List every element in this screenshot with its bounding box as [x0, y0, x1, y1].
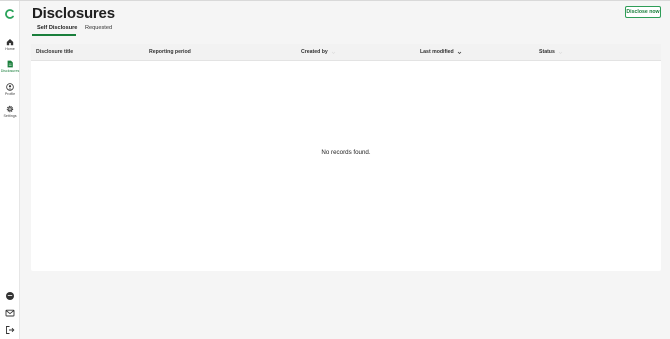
mail-icon[interactable]: [5, 308, 15, 318]
gear-icon: [6, 105, 14, 113]
disclosures-table: Disclosure title Reporting period Create…: [31, 44, 661, 271]
sort-icon[interactable]: [558, 50, 563, 55]
top-border: [0, 0, 670, 1]
home-icon: [6, 38, 14, 46]
tab-requested[interactable]: Requested: [85, 25, 112, 36]
page-title: Disclosures: [32, 5, 115, 22]
sidebar-item-disclosures[interactable]: Disclosures: [0, 60, 20, 73]
column-header-last-modified[interactable]: Last modified: [420, 49, 462, 55]
document-icon: [7, 60, 13, 68]
sidebar-item-settings[interactable]: Settings: [0, 105, 20, 118]
app-logo[interactable]: [5, 9, 15, 19]
column-header-status[interactable]: Status: [539, 49, 563, 55]
sidebar-item-label: Settings: [3, 114, 17, 118]
table-header: Disclosure title Reporting period Create…: [31, 44, 661, 61]
column-header-disclosure-title[interactable]: Disclosure title: [36, 49, 73, 55]
column-header-created-by[interactable]: Created by: [301, 49, 336, 55]
sort-descending-icon[interactable]: [457, 50, 462, 55]
sidebar-item-home[interactable]: Home: [0, 38, 20, 51]
empty-state-message: No records found.: [321, 149, 371, 156]
sidebar-item-profile[interactable]: Profile: [0, 83, 20, 96]
sidebar-item-label: Disclosures: [0, 69, 20, 73]
disclose-now-button[interactable]: Disclose now: [625, 6, 661, 18]
profile-icon: [6, 83, 14, 91]
logout-icon[interactable]: [5, 325, 15, 335]
column-header-reporting-period[interactable]: Reporting period: [149, 49, 191, 55]
chat-icon[interactable]: [5, 291, 15, 301]
sidebar-item-label: Profile: [4, 92, 16, 96]
active-tab-indicator: [32, 34, 76, 36]
sort-icon[interactable]: [331, 50, 336, 55]
sidebar-item-label: Home: [5, 47, 15, 51]
sidebar: Home Disclosures Profile Settings: [0, 1, 20, 339]
